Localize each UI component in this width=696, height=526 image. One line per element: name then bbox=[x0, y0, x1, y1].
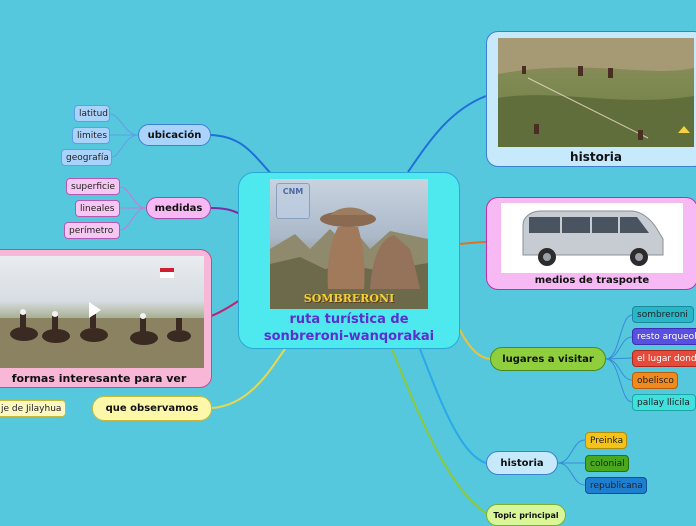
historia-image bbox=[498, 38, 694, 147]
hillside-illustration bbox=[498, 38, 694, 147]
logo-text: CNM bbox=[282, 187, 304, 196]
leaf-republicana-label: republicana bbox=[590, 480, 643, 491]
branch-ubicacion-label: ubicación bbox=[147, 129, 202, 141]
video-thumbnail[interactable] bbox=[0, 256, 204, 368]
leaf-limites-label: limites bbox=[77, 130, 108, 141]
leaf-preinka[interactable]: Preinka bbox=[585, 432, 627, 449]
branch-topic-label: Topic principal bbox=[493, 510, 559, 520]
branch-medidas-label: medidas bbox=[154, 202, 203, 214]
leaf-colonial-label: colonial bbox=[590, 458, 625, 469]
leaf-geografia[interactable]: geografía bbox=[61, 149, 112, 166]
leaf-colonial[interactable]: colonial bbox=[585, 455, 629, 472]
branch-historia-card[interactable]: historia bbox=[486, 31, 696, 167]
leaf-superficie[interactable]: superficie bbox=[66, 178, 120, 195]
central-title: ruta turística de sonbreroni-wanqorakai bbox=[264, 311, 434, 345]
leaf-sombreroni[interactable]: sombreroni bbox=[632, 306, 694, 323]
branch-formas[interactable]: formas interesante para ver bbox=[0, 249, 212, 388]
leaf-resto-arqueologico[interactable]: resto arqueol bbox=[632, 328, 696, 345]
leaf-limites[interactable]: limites bbox=[72, 127, 110, 144]
branch-historia[interactable]: historia bbox=[486, 451, 558, 475]
leaf-lineales-label: lineales bbox=[80, 203, 115, 214]
central-title-line2: sonbreroni-wanqorakai bbox=[263, 329, 435, 344]
leaf-resto-label: resto arqueol bbox=[637, 331, 696, 342]
branch-formas-label: formas interesante para ver bbox=[11, 372, 187, 385]
leaf-latitud[interactable]: latitud bbox=[74, 105, 110, 122]
branch-observamos-label: que observamos bbox=[105, 403, 199, 414]
leaf-obelisco-label: obelisco bbox=[637, 375, 674, 386]
branch-observamos[interactable]: que observamos bbox=[92, 396, 212, 421]
leaf-obelisco[interactable]: obelisco bbox=[632, 372, 678, 389]
central-topic[interactable]: CNM SOMBRERONI ruta turística de sonbrer… bbox=[238, 172, 460, 349]
leaf-geografia-label: geografía bbox=[66, 152, 109, 163]
branch-transporte-label: medios de trasporte bbox=[534, 275, 650, 286]
riders-illustration bbox=[0, 268, 204, 368]
logo: CNM bbox=[276, 183, 310, 219]
leaf-sombreroni-label: sombreroni bbox=[637, 309, 688, 320]
leaf-republicana[interactable]: republicana bbox=[585, 477, 647, 494]
leaf-jilayhua-label: je de Jilayhua bbox=[1, 403, 62, 414]
van-illustration bbox=[522, 210, 664, 266]
branch-medidas[interactable]: medidas bbox=[146, 197, 211, 219]
leaf-lineales[interactable]: lineales bbox=[75, 200, 120, 217]
branch-topic-principal[interactable]: Topic principal bbox=[486, 504, 566, 526]
branch-lugares[interactable]: lugares a visitar bbox=[490, 347, 606, 371]
leaf-jilayhua[interactable]: je de Jilayhua bbox=[0, 400, 66, 417]
leaf-pallay-label: pallay llicila bbox=[637, 397, 690, 408]
leaf-perimetro[interactable]: perímetro bbox=[64, 222, 120, 239]
leaf-el-lugar[interactable]: el lugar dond bbox=[632, 350, 696, 367]
branch-transporte[interactable]: medios de trasporte bbox=[486, 197, 696, 290]
branch-ubicacion[interactable]: ubicación bbox=[138, 124, 211, 146]
leaf-superficie-label: superficie bbox=[71, 181, 115, 192]
leaf-pallay[interactable]: pallay llicila bbox=[632, 394, 696, 411]
leaf-perimetro-label: perímetro bbox=[69, 225, 114, 236]
van-image bbox=[501, 203, 683, 273]
branch-historia-label: historia bbox=[500, 457, 544, 469]
branch-historia-card-label: historia bbox=[570, 150, 622, 164]
play-icon[interactable] bbox=[89, 302, 101, 318]
leaf-latitud-label: latitud bbox=[79, 108, 108, 119]
branch-lugares-label: lugares a visitar bbox=[502, 353, 594, 365]
image-caption: SOMBRERONI bbox=[303, 292, 395, 305]
leaf-el-lugar-label: el lugar dond bbox=[637, 353, 696, 364]
central-title-line1: ruta turística de bbox=[289, 312, 409, 327]
central-image: CNM SOMBRERONI bbox=[270, 179, 428, 309]
leaf-preinka-label: Preinka bbox=[590, 435, 624, 446]
